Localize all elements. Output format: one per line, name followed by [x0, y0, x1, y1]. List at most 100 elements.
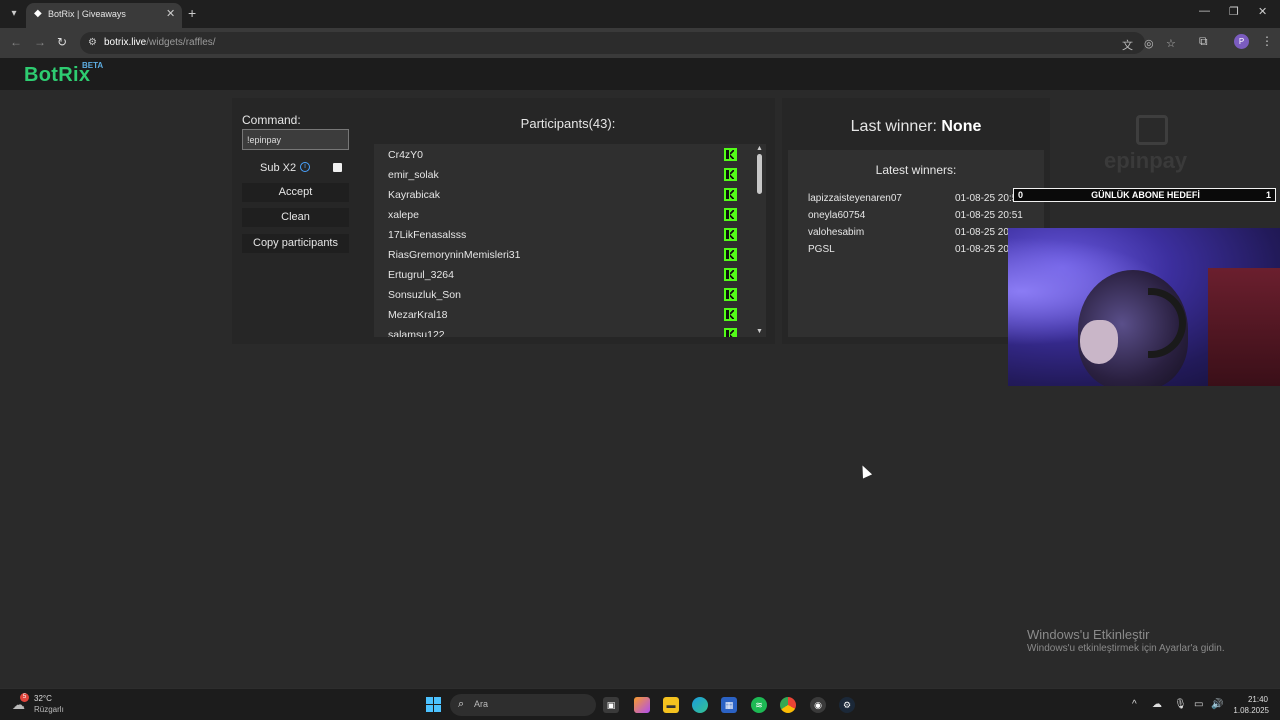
kick-logo-icon	[724, 148, 737, 161]
edge-icon[interactable]	[692, 697, 708, 713]
info-icon[interactable]: i	[300, 162, 310, 172]
kick-logo-icon	[724, 228, 737, 241]
browser-tab[interactable]: ◆ BotRix | Giveaways ✕	[26, 3, 182, 28]
kick-logo-icon	[724, 268, 737, 281]
profile-avatar[interactable]: P	[1234, 34, 1249, 49]
participants-title: Participants(43):	[520, 116, 616, 131]
participants-list[interactable]: Cr4zY0 emir_solak Kayrabicak xalepe 17LikFen…	[374, 144, 766, 337]
streamer-face	[1080, 320, 1118, 364]
sub-x2-checkbox[interactable]	[333, 163, 342, 172]
mouse-cursor-icon	[857, 463, 873, 479]
clean-button[interactable]: Clean	[242, 208, 349, 227]
onedrive-icon[interactable]: ☁	[1152, 699, 1162, 710]
weather-temp[interactable]: 32°C	[34, 694, 52, 703]
participant-name: Kayrabicak	[388, 189, 440, 201]
weather-condition[interactable]: Rüzgarlı	[34, 705, 64, 714]
participant-row[interactable]: salamsu122	[388, 325, 740, 337]
spotify-icon[interactable]: ≋	[751, 697, 767, 713]
participant-row[interactable]: RiasGremoryninMemisleri31	[388, 245, 740, 265]
file-explorer-icon[interactable]: ▬	[663, 697, 679, 713]
epinpay-watermark: epinpay	[1104, 148, 1188, 173]
winner-name: PGSL	[808, 244, 835, 255]
restore-icon[interactable]: ❐	[1229, 5, 1239, 18]
subscriber-goal-bar: GÜNLÜK ABONE HEDEFİ 0 1	[1013, 188, 1276, 202]
url-text: botrix.live/widgets/raffles/	[104, 37, 216, 48]
microphone-icon[interactable]: 🎙	[1174, 699, 1187, 710]
last-winner: Last winner: None	[850, 118, 982, 135]
reload-icon[interactable]: ↻	[57, 35, 67, 49]
site-info-icon[interactable]: ⚙	[88, 37, 97, 48]
translate-icon[interactable]: 文	[1122, 37, 1133, 53]
epinpay-watermark-icon	[1136, 115, 1168, 145]
participant-row[interactable]: Kayrabicak	[388, 185, 740, 205]
browser-menu-icon[interactable]: ⋮	[1261, 34, 1273, 48]
participant-row[interactable]: Cr4zY0	[388, 145, 740, 165]
kick-logo-icon	[724, 308, 737, 321]
winner-date: 01-08-25 20:	[955, 244, 1012, 255]
participant-row[interactable]: 17LikFenasalsss	[388, 225, 740, 245]
kick-logo-icon	[724, 168, 737, 181]
scroll-up-icon[interactable]: ▲	[756, 145, 763, 152]
new-tab-icon[interactable]: +	[188, 5, 196, 21]
windows-activate-subtitle: Windows'u etkinleştirmek için Ayarlar'a …	[1027, 643, 1225, 654]
taskbar-search[interactable]: ⌕ Ara	[450, 694, 596, 716]
start-windows-icon[interactable]	[426, 697, 441, 712]
sub-x2-label: Sub X2	[260, 162, 297, 174]
bookmark-star-icon[interactable]: ☆	[1166, 37, 1176, 50]
goal-target: 1	[1265, 190, 1271, 200]
site-header: BotRix BETA	[0, 58, 1280, 90]
accept-button[interactable]: Accept	[242, 183, 349, 202]
search-placeholder: Ara	[474, 699, 489, 709]
clock-time[interactable]: 21:40	[1246, 695, 1268, 704]
copy-participants-button[interactable]: Copy participants	[242, 234, 349, 253]
steam-icon[interactable]: ⚙	[839, 697, 855, 713]
store-icon[interactable]: ▦	[721, 697, 737, 713]
participant-name: MezarKral18	[388, 309, 448, 321]
participant-name: RiasGremoryninMemisleri31	[388, 249, 521, 261]
scrollbar-thumb[interactable]	[757, 154, 762, 194]
kick-logo-icon	[724, 208, 737, 221]
kick-logo-icon	[724, 328, 737, 337]
webcam-overlay	[1008, 228, 1280, 386]
tray-chevron-up-icon[interactable]: ^	[1132, 699, 1137, 710]
back-icon[interactable]: ←	[10, 35, 22, 49]
participant-row[interactable]: emir_solak	[388, 165, 740, 185]
participant-row[interactable]: Ertugrul_3264	[388, 265, 740, 285]
participant-row[interactable]: MezarKral18	[388, 305, 740, 325]
winner-date: 01-08-25 20:	[955, 227, 1012, 238]
beta-badge: BETA	[82, 61, 104, 70]
eye-off-icon[interactable]: ◎	[1144, 37, 1154, 50]
search-icon: ⌕	[458, 698, 465, 710]
tab-search-icon[interactable]: ▾	[6, 6, 22, 22]
taskbar: ☁ 5 32°C Rüzgarlı ⌕ Ara ▣ ▬ ▦ ≋ ◉ ⚙ ^ ☁ …	[0, 688, 1280, 720]
minimize-icon[interactable]: —	[1199, 5, 1210, 17]
participant-row[interactable]: Sonsuzluk_Son	[388, 285, 740, 305]
windows-activate-title: Windows'u Etkinleştir	[1027, 627, 1150, 642]
winner-date: 01-08-25 20:51	[955, 210, 1023, 221]
clock-date[interactable]: 1.08.2025	[1229, 706, 1269, 715]
network-icon[interactable]: ▭	[1194, 699, 1203, 710]
participant-name: emir_solak	[388, 169, 439, 181]
task-view-icon[interactable]: ▣	[603, 697, 619, 713]
app-icon[interactable]: ◉	[810, 697, 826, 713]
botrix-logo[interactable]: BotRix	[24, 64, 90, 87]
scroll-down-icon[interactable]: ▼	[756, 328, 763, 335]
copilot-icon[interactable]	[634, 697, 650, 713]
command-input[interactable]	[242, 129, 349, 150]
volume-icon[interactable]: 🔊	[1211, 699, 1223, 710]
favicon-icon: ◆	[34, 8, 42, 19]
participant-name: Cr4zY0	[388, 149, 424, 161]
kick-logo-icon	[724, 188, 737, 201]
forward-icon[interactable]: →	[34, 35, 46, 49]
participant-name: 17LikFenasalsss	[388, 229, 467, 241]
url-field[interactable]: ⚙ botrix.live/widgets/raffles/ 文 ◎ ☆	[80, 32, 1176, 54]
address-bar-row: ← → ↻ ⚙ botrix.live/widgets/raffles/ 文 ◎…	[0, 28, 1280, 58]
chrome-icon[interactable]	[780, 697, 796, 713]
window-close-icon[interactable]: ✕	[1258, 5, 1267, 18]
latest-winners-title: Latest winners:	[875, 163, 957, 177]
gaming-chair	[1208, 268, 1280, 386]
weather-badge: 5	[20, 693, 29, 702]
participant-row[interactable]: xalepe	[388, 205, 740, 225]
extensions-icon[interactable]: ⧉	[1199, 34, 1208, 49]
tab-close-icon[interactable]: ✕	[166, 7, 175, 20]
